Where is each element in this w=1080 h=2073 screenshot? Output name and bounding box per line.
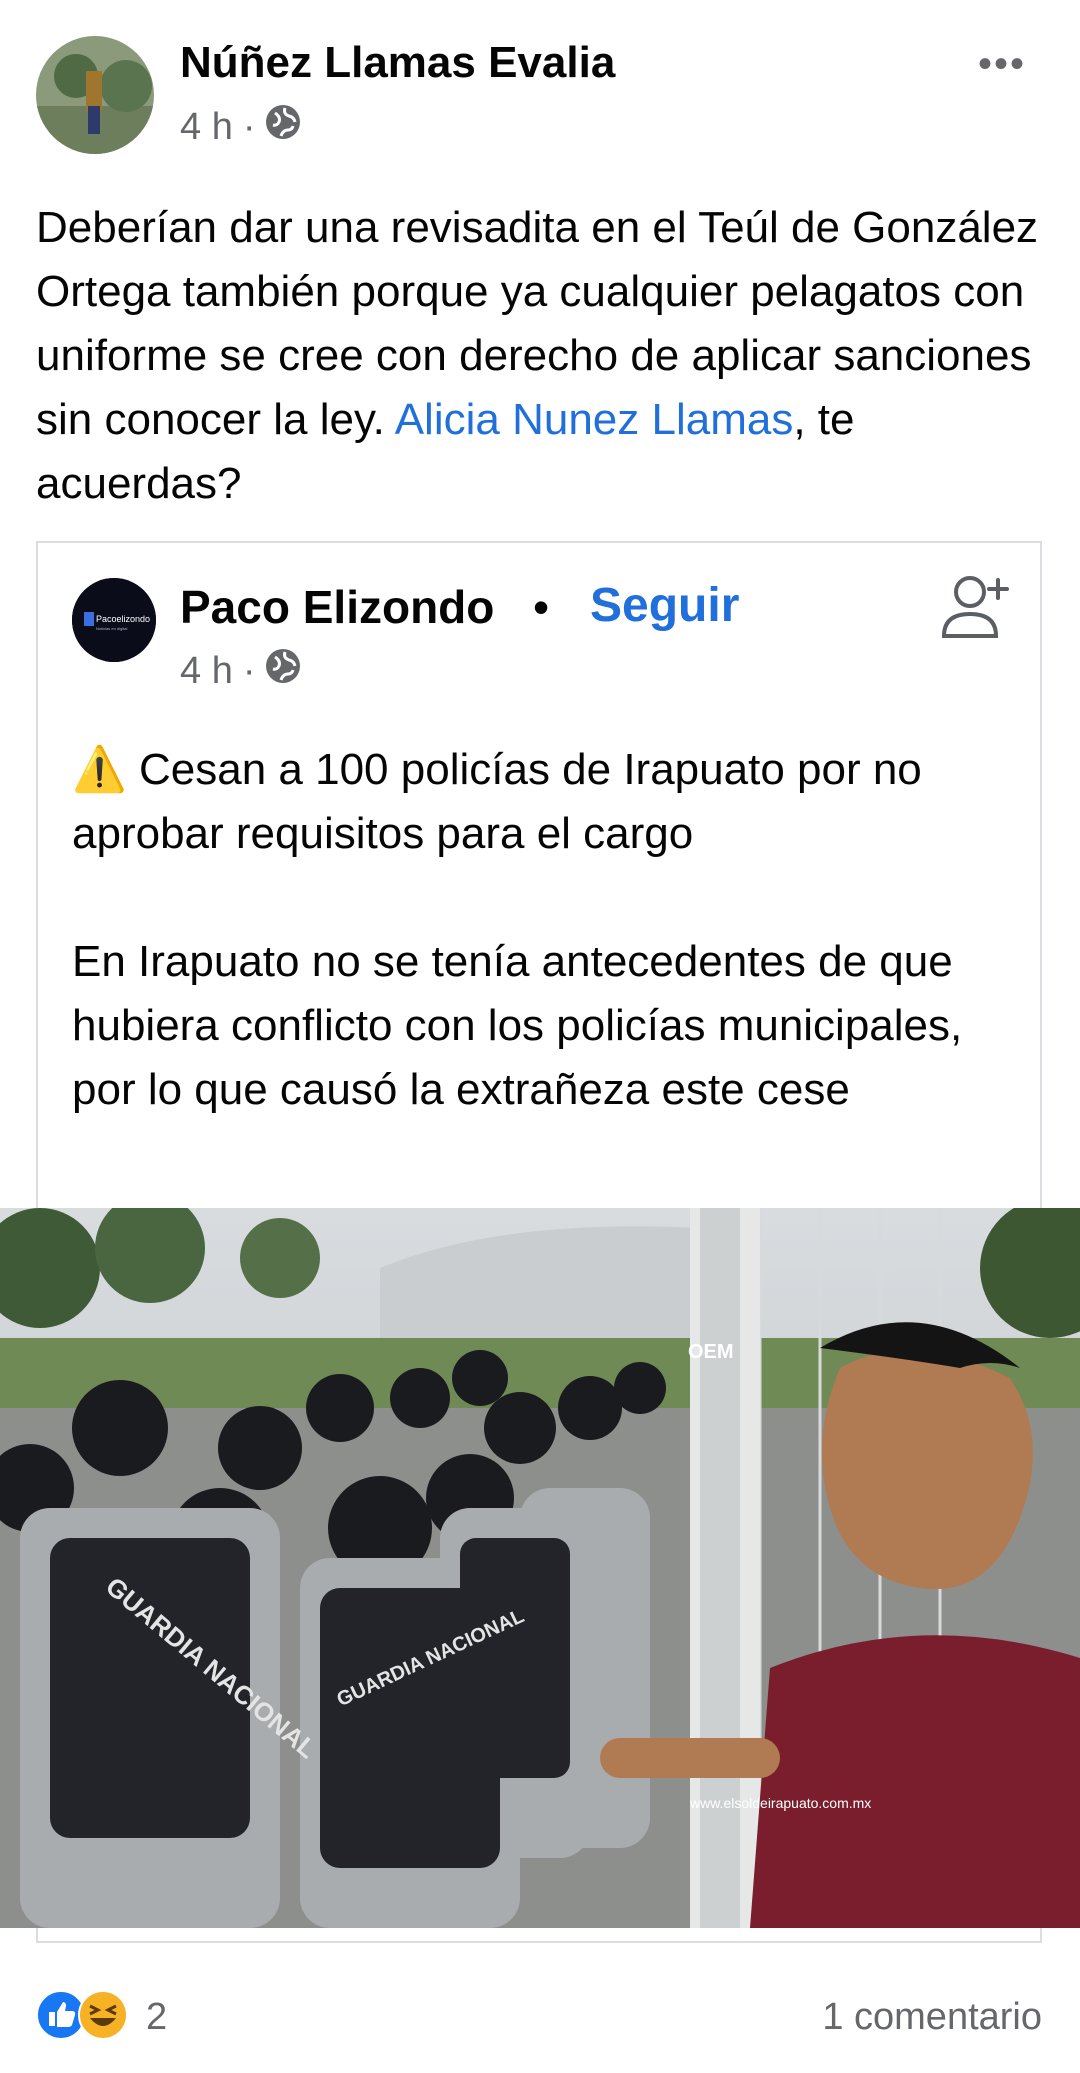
more-options-button[interactable]: ••• <box>978 42 1026 87</box>
shared-meta-separator: · <box>242 649 256 692</box>
author-avatar[interactable] <box>36 36 154 154</box>
follow-separator: • <box>533 581 550 633</box>
mention-link[interactable]: Alicia Nunez Llamas <box>395 395 794 444</box>
globe-icon <box>265 104 301 150</box>
shared-logo-subtext: Noticias en digital <box>96 626 127 631</box>
shared-meta: 4 h · <box>180 648 301 694</box>
shared-time[interactable]: 4 h <box>180 650 233 693</box>
shared-post-photo[interactable]: GUARDIA NACIONAL GUARDIA NACIONAL OEM ww… <box>0 1208 1080 1928</box>
shared-author-name[interactable]: Paco Elizondo <box>180 580 494 634</box>
shared-author-avatar[interactable]: Pacoelizondo Noticias en digital <box>72 578 156 662</box>
reactions[interactable] <box>36 1990 128 2045</box>
post-text: Deberían dar una revisadita en el Teúl d… <box>36 196 1046 516</box>
add-friend-icon[interactable] <box>940 570 1014 644</box>
post-meta: 4 h · <box>180 104 301 150</box>
comments-count[interactable]: 1 comentario <box>822 1996 1042 2039</box>
globe-icon <box>265 648 301 694</box>
post-author-name[interactable]: Núñez Llamas Evalia <box>180 38 615 88</box>
post-time[interactable]: 4 h <box>180 106 233 149</box>
follow-button[interactable]: Seguir <box>590 578 739 633</box>
shared-logo-text: Pacoelizondo <box>96 614 150 624</box>
shared-post-text: ⚠️ Cesan a 100 policías de Irapuato por … <box>72 738 1022 1122</box>
meta-separator: · <box>242 105 256 148</box>
shared-headline: ⚠️ Cesan a 100 policías de Irapuato por … <box>72 745 922 858</box>
photo-watermark-url: www.elsoldeirapuato.com.mx <box>689 1795 871 1811</box>
reaction-count[interactable]: 2 <box>146 1996 167 2039</box>
photo-watermark-logo: OEM <box>688 1341 734 1363</box>
shared-body: En Irapuato no se tenía antecedentes de … <box>72 937 963 1114</box>
haha-reaction-icon <box>78 1990 128 2045</box>
